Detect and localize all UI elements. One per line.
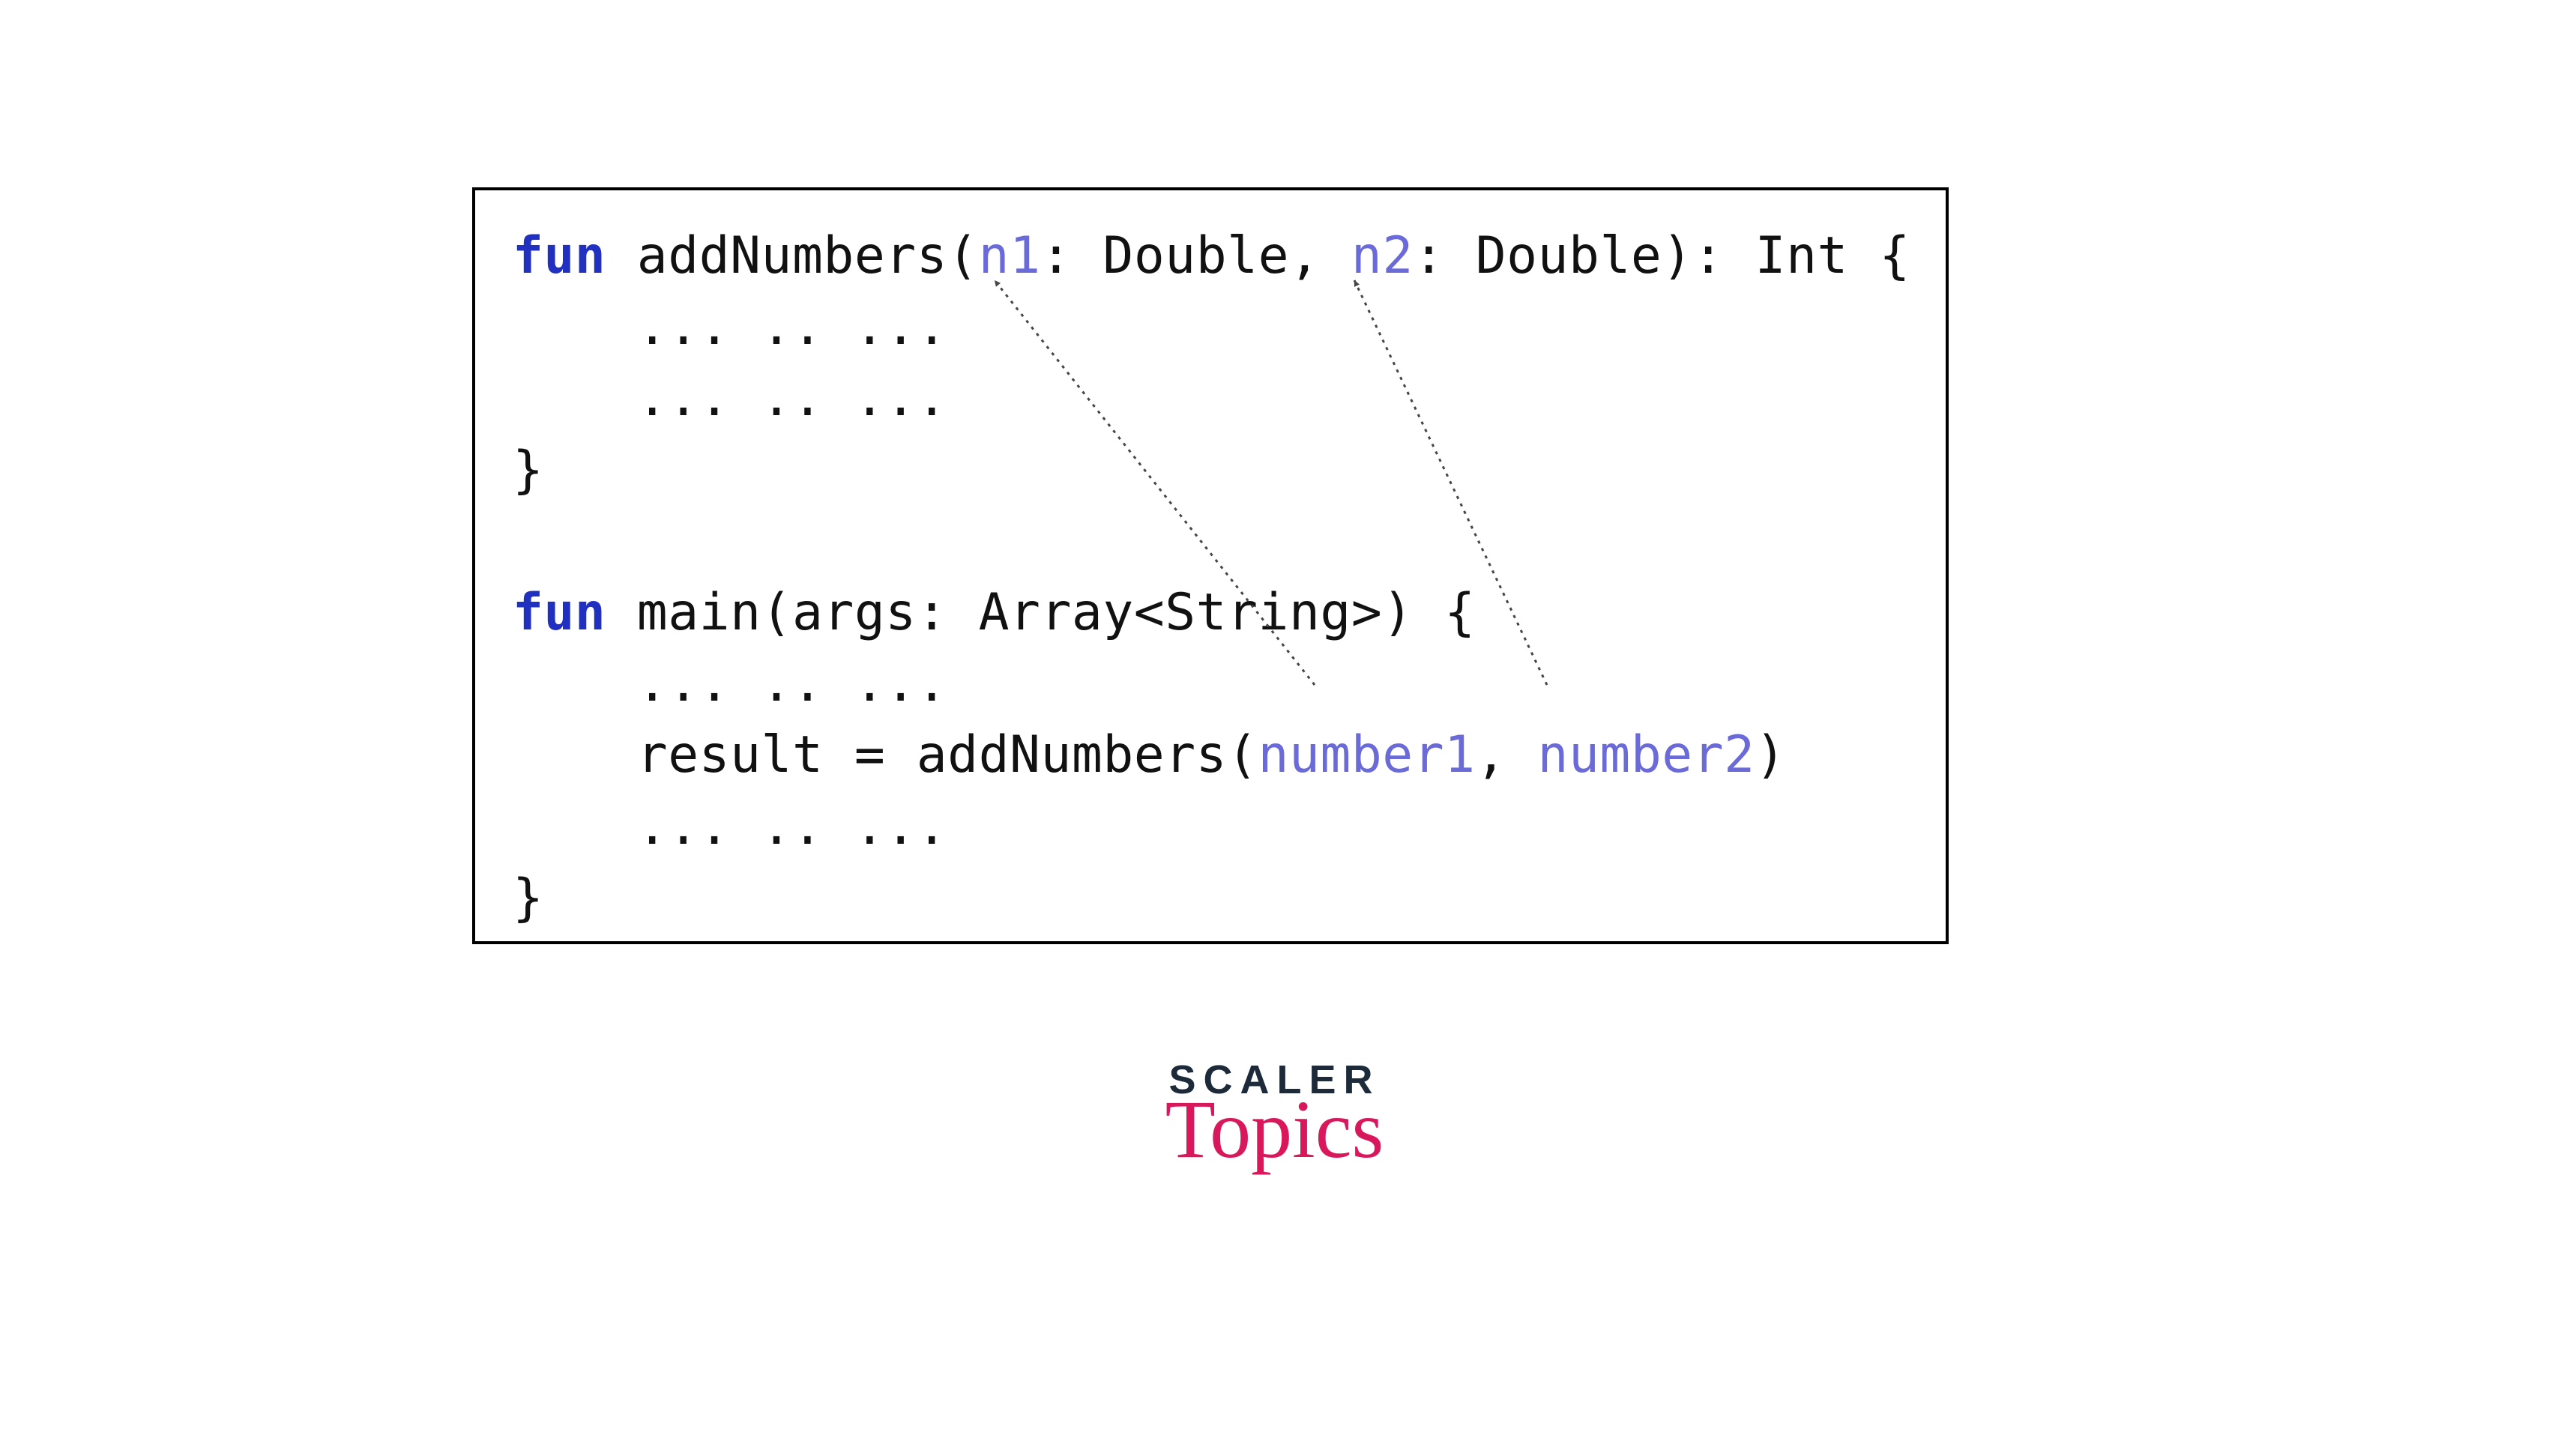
fn-name-open: addNumbers( <box>637 226 979 286</box>
param-n1: n1 <box>979 226 1041 286</box>
space-1 <box>606 226 636 286</box>
arg-number1: number1 <box>1258 725 1476 785</box>
after-n2: : Double): Int { <box>1414 226 1910 286</box>
call-comma: , <box>1476 725 1538 785</box>
code-box: fun addNumbers(n1: Double, n2: Double): … <box>472 187 1949 944</box>
after-n1: : Double, <box>1041 226 1351 286</box>
call-close: ) <box>1755 725 1786 785</box>
stage: fun addNumbers(n1: Double, n2: Double): … <box>0 0 2549 1456</box>
ellipsis-line-9: ... .. ... <box>513 797 947 857</box>
keyword-fun-2: fun <box>513 583 606 642</box>
main-signature: main(args: Array<String>) { <box>606 583 1475 642</box>
ellipsis-line-3: ... .. ... <box>513 369 947 428</box>
code-block: fun addNumbers(n1: Double, n2: Double): … <box>513 220 1908 934</box>
ellipsis-line-7: ... .. ... <box>513 654 947 713</box>
param-n2: n2 <box>1351 226 1414 286</box>
close-brace-1: } <box>513 441 543 500</box>
close-brace-2: } <box>513 869 543 928</box>
ellipsis-line-2: ... .. ... <box>513 297 947 357</box>
logo: SCALER Topics <box>1165 1057 1384 1170</box>
keyword-fun-1: fun <box>513 226 606 286</box>
logo-text-topics: Topics <box>1165 1088 1384 1170</box>
call-lead: result = addNumbers( <box>513 725 1258 785</box>
arg-number2: number2 <box>1538 725 1755 785</box>
